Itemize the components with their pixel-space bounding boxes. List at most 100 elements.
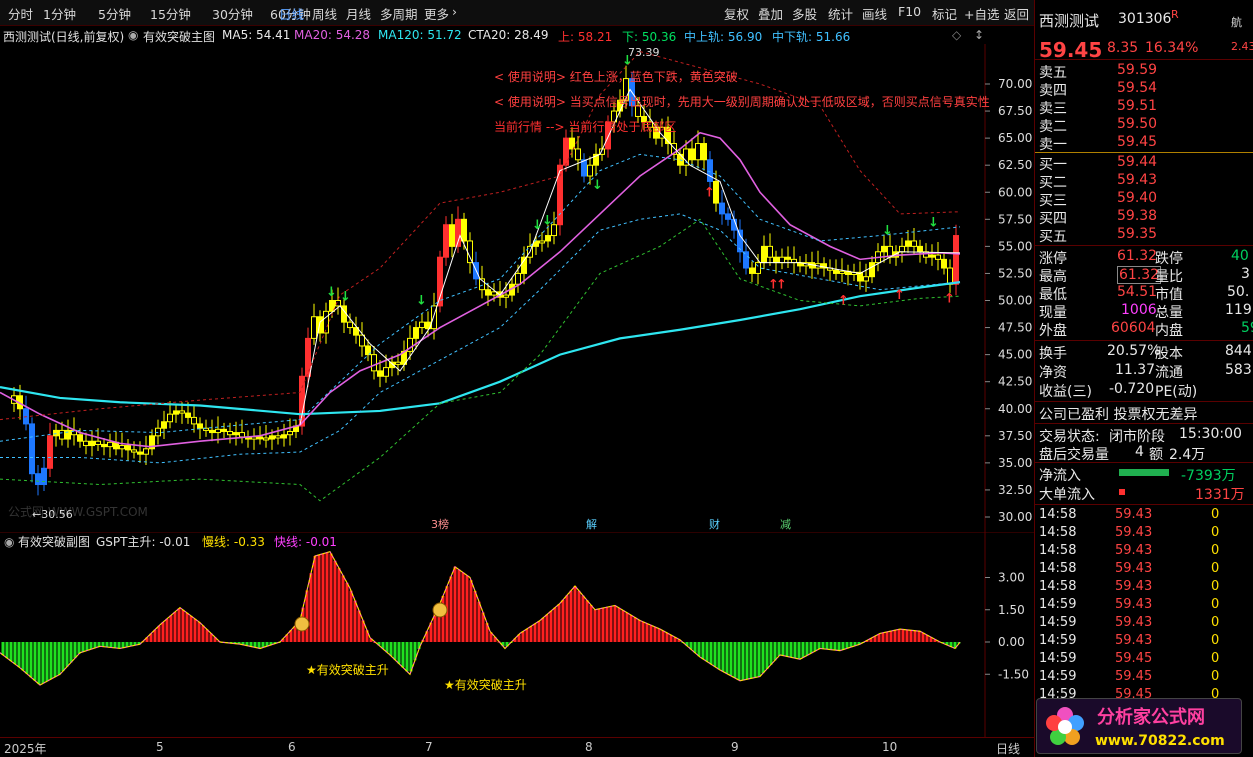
candle-body [167,413,173,423]
candle-body [95,440,101,445]
candle-body [347,321,353,329]
ask2-label: 卖二 [1039,119,1067,135]
period-tab-daily[interactable]: 日线 [279,4,304,23]
tool-stats-button[interactable]: 统计 [828,4,853,23]
tool-overlay-button[interactable]: 叠加 [758,4,783,23]
sub-histogram-bar [789,642,793,658]
pe-label: PE(动) [1155,384,1198,400]
period-tab-weekly[interactable]: 周线 [312,4,337,23]
candle-body [281,434,287,439]
period-tab-30min[interactable]: 30分钟 [212,4,253,23]
indicator-menu-icon[interactable]: ◉ [128,28,138,42]
sub-histogram-bar [469,580,473,642]
mktcap-label: 市值 [1155,287,1183,303]
price-change-pct: 16.34% [1145,40,1199,56]
usage-note-2: < 使用说明> 当买点信号出现时，先用大一级别周期确认处于低吸区域，否则买点信号… [494,94,990,109]
indicator-name[interactable]: 有效突破主图 [143,28,215,45]
candle-body [371,354,377,372]
candle-body [137,451,143,455]
tick-time: 14:59 [1039,633,1077,648]
main-kline-chart[interactable]: 70.00 67.50 65.00 62.50 60.00 57.50 55.00 52.50… [0,44,1034,532]
sub-histogram-bar [657,628,661,642]
candle-body [707,159,713,182]
sub-histogram-bar [893,630,897,642]
candle-body [701,143,707,161]
sub-histogram-bar [729,642,733,676]
bid5-price: 59.35 [1117,226,1158,242]
sub-histogram-bar [905,629,909,642]
sell-signal-arrow: ↑ [944,291,955,306]
tool-draw-button[interactable]: 画线 [862,4,887,23]
cta20-value: CTA20: 28.49 [468,28,549,42]
candle-body [929,254,935,258]
candle-body [41,467,47,486]
period-tab-more[interactable]: 更多 [424,4,449,23]
candle-body [299,375,305,427]
sub-histogram-bar [737,642,741,681]
candle-body [689,148,695,161]
chevron-right-icon[interactable]: › [452,4,457,19]
sub-histogram-bar [549,611,553,642]
sub-histogram-bar [401,642,405,668]
buy-signal-arrow: ↓ [592,178,603,193]
sub-histogram-bar [717,642,721,670]
sub-histogram-bar [649,625,653,642]
main-y-tick-label: 30.00 [998,510,1032,524]
sub-histogram-bar [521,631,525,642]
period-tab-monthly[interactable]: 月线 [346,4,371,23]
tool-addfav-button[interactable]: +自选 [964,4,999,23]
tool-fuquan-button[interactable]: 复权 [724,4,749,23]
candle-body [725,213,731,220]
period-tab-15min[interactable]: 15分钟 [150,4,191,23]
sub-histogram-bar [917,631,921,642]
candle-body [377,370,383,377]
flag-2[interactable]: 解 [586,517,597,531]
sub-histogram-bar [733,642,737,679]
sub-histogram-bar [705,642,709,662]
signal-label-1: ★有效突破主升 [306,662,389,677]
candle-body [395,361,401,365]
ask3-price: 59.51 [1117,98,1158,114]
tool-mark-button[interactable]: 标记 [932,4,957,23]
bid3-label: 买三 [1039,193,1067,209]
buy-signal-arrow: ↓ [928,216,939,231]
flag-1[interactable]: 3榜 [431,517,449,531]
sub-histogram-bar [837,642,841,651]
tick-volume: 0 [1211,507,1220,522]
sub-indicator-menu-icon[interactable]: ◉ [4,535,14,549]
period-tab-5min[interactable]: 5分钟 [98,4,131,23]
sub-histogram-bar [721,642,725,672]
sub-indicator-chart[interactable]: 3.00 1.50 0.00 -1.50 ◉ 有效突破副图 GSPT主升: -0.01… [0,532,1034,737]
buy-signal-arrow: ↓ [340,289,351,304]
sub-indicator-title[interactable]: 有效突破副图 [18,534,90,549]
sub-histogram-bar [465,575,469,642]
candle-body [161,421,167,429]
sub-histogram-bar [597,608,601,642]
sub-histogram-bar [185,612,189,642]
sub-histogram-bar [889,631,893,642]
outer-value: 60604 [1111,320,1156,336]
period-tab-fenshi[interactable]: 分时 [8,4,33,23]
money-bag-icon [294,616,310,632]
ask3-label: 卖三 [1039,101,1067,117]
expand-icon[interactable]: ↕ [974,28,984,42]
tick-price: 59.43 [1115,543,1153,558]
sub-histogram-bar [809,642,813,654]
period-tab-1min[interactable]: 1分钟 [43,4,76,23]
tool-multistock-button[interactable]: 多股 [792,4,817,23]
flag-4[interactable]: 减 [780,518,791,531]
sub-histogram-bar [773,642,777,661]
usage-note-1: < 使用说明> 红色上涨，蓝色下跌，黄色突破 [494,69,738,84]
flag-3[interactable]: 财 [709,517,720,531]
tool-f10-button[interactable]: F10 [898,4,921,19]
main-y-tick-label: 47.50 [998,321,1032,335]
sub-y-tick-label: -1.50 [998,667,1029,681]
period-tab-multi[interactable]: 多周期 [380,4,418,23]
tool-back-button[interactable]: 返回 [1004,4,1029,23]
diamond-icon[interactable]: ◇ [952,28,961,42]
slow-line-value: 慢线: -0.33 [202,535,265,549]
candle-body [443,224,449,258]
sub-histogram-bar [725,642,729,674]
sub-histogram-bar [45,642,49,682]
buy-signal-arrow: ↓ [542,214,553,229]
